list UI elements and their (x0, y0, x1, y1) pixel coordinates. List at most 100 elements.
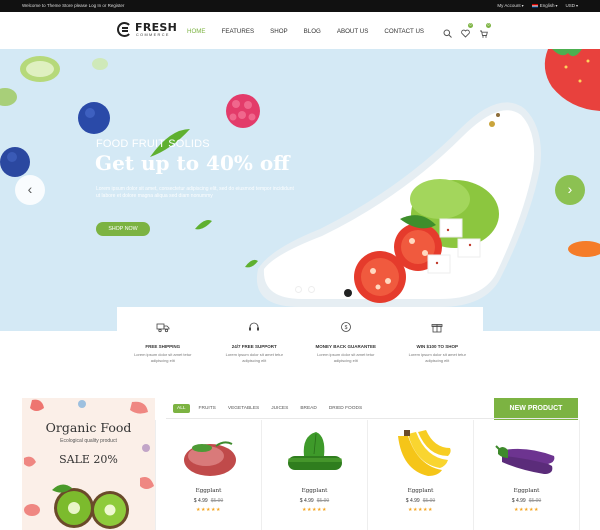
wishlist-count-badge: 0 (468, 23, 473, 28)
shop-now-button[interactable]: SHOP NOW (96, 222, 150, 236)
nav-about-us[interactable]: ABOUT US (337, 28, 369, 35)
meat-icon (184, 441, 236, 476)
product-prices: $ 4.99 $5.99 (156, 498, 261, 504)
filter-tab-vegetables[interactable]: VEGETABLES (225, 404, 262, 413)
feature-money-back: $ MONEY BACK GUARANTEE Lorem ipsum dolor… (300, 307, 392, 377)
chevron-down-icon: ▾ (555, 3, 558, 8)
product-card[interactable]: Eggplant $ 4.99 $5.99 ★★★★★ (155, 420, 262, 530)
feature-title: FREE SHIPPING (145, 344, 181, 349)
currency-select[interactable]: USD▾ (565, 3, 578, 8)
feature-title: 24/7 FREE SUPPORT (231, 344, 277, 349)
chevron-left-icon: ‹ (27, 181, 33, 197)
product-prices: $ 4.99 $5.99 (262, 498, 367, 504)
cart-count-badge: 0 (486, 23, 491, 28)
product-old-price: $5.99 (528, 498, 542, 504)
cucumber-icon (288, 432, 342, 470)
slider-next-button[interactable]: › (555, 175, 585, 205)
product-price: $ 4.99 (299, 498, 314, 504)
svg-text:$: $ (344, 325, 347, 331)
banner-sale: SALE 20% (59, 453, 118, 466)
star-rating: ★★★★★ (196, 507, 221, 513)
feature-text: Lorem ipsum dolor sit amet tetur adipisc… (134, 352, 192, 363)
hero-description: Lorem ipsum dolor sit amet, consectetur … (96, 186, 294, 200)
banner-title: Organic Food (45, 420, 132, 435)
star-rating: ★★★★★ (302, 507, 327, 513)
features-bar: FREE SHIPPING Lorem ipsum dolor sit amet… (117, 307, 483, 377)
product-name[interactable]: Eggplant (368, 488, 473, 494)
chevron-right-icon: › (567, 181, 573, 197)
search-icon[interactable] (443, 25, 452, 38)
raspberry-icon (226, 94, 260, 128)
organic-food-banner[interactable]: Organic Food Ecological quality product … (22, 398, 155, 530)
feature-text: Lorem ipsum dolor sit amet tetur adipisc… (317, 352, 375, 363)
section-divider (166, 418, 578, 419)
filter-tab-juices[interactable]: JUICES (268, 404, 291, 413)
product-price: $ 4.99 (511, 498, 526, 504)
feature-title: MONEY BACK GUARANTEE (315, 344, 376, 349)
logo[interactable]: FRESH COMMERCE (117, 20, 177, 42)
product-card[interactable]: Eggplant $ 4.99 $5.99 ★★★★★ (262, 420, 368, 530)
slider-prev-button[interactable]: ‹ (15, 175, 45, 205)
eggplant-icon (495, 445, 555, 474)
blueberry-icon (0, 102, 110, 177)
logo-tagline: COMMERCE (136, 33, 170, 37)
product-prices: $ 4.99 $5.99 (474, 498, 579, 504)
new-product-heading: NEW PRODUCT (494, 398, 578, 420)
slider-dot[interactable] (308, 286, 315, 293)
product-old-price: $5.99 (210, 498, 224, 504)
product-prices: $ 4.99 $5.99 (368, 498, 473, 504)
feature-win: WIN $100 TO SHOP Lorem ipsum dolor sit a… (392, 307, 484, 377)
header-icons: 0 0 (443, 23, 491, 38)
product-filter-tabs: ALL FRUITS VEGETABLES JUICES BREAD DRIED… (173, 404, 365, 413)
wishlist-icon[interactable]: 0 (461, 23, 473, 38)
main-nav: HOME FEATURES SHOP BLOG ABOUT US CONTACT… (187, 28, 440, 35)
flag-icon (531, 3, 538, 8)
nav-shop[interactable]: SHOP (270, 28, 288, 35)
account-menu[interactable]: My Account▾ (497, 3, 523, 8)
hero-slider: FOOD FRUIT SOLIDS Get up to 40% off Lore… (0, 49, 600, 331)
product-price: $ 4.99 (193, 498, 208, 504)
top-bar-right: My Account▾ English▾ USD▾ (497, 3, 578, 8)
product-card[interactable]: Eggplant $ 4.99 $5.99 ★★★★★ (368, 420, 474, 530)
feature-support: 24/7 FREE SUPPORT Lorem ipsum dolor sit … (209, 307, 301, 377)
strawberry-icon (544, 49, 600, 111)
cucumber-slice-icon (0, 56, 108, 106)
filter-tab-bread[interactable]: BREAD (297, 404, 320, 413)
chevron-down-icon: ▾ (575, 3, 578, 8)
product-name[interactable]: Eggplant (156, 488, 261, 494)
product-old-price: $5.99 (422, 498, 436, 504)
feature-text: Lorem ipsum dolor sit amet tetur adipisc… (408, 352, 466, 363)
hero-title: Get up to 40% off (95, 151, 290, 175)
nav-contact-us[interactable]: CONTACT US (384, 28, 424, 35)
product-name[interactable]: Eggplant (262, 488, 367, 494)
headset-icon (249, 322, 260, 331)
star-rating: ★★★★★ (408, 507, 433, 513)
product-name[interactable]: Eggplant (474, 488, 579, 494)
hero-subtitle: FOOD FRUIT SOLIDS (96, 138, 210, 150)
filter-tab-all[interactable]: ALL (173, 404, 190, 413)
slider-dots (295, 286, 315, 293)
product-grid: Eggplant $ 4.99 $5.99 ★★★★★ Eggplant $ 4.… (155, 420, 580, 530)
slider-dot[interactable] (295, 286, 302, 293)
carrot-slice-icon (568, 241, 600, 257)
filter-tab-dried-foods[interactable]: DRIED FOODS (326, 404, 365, 413)
cart-icon[interactable]: 0 (479, 23, 491, 38)
feature-title: WIN $100 TO SHOP (416, 344, 458, 349)
welcome-text: Welcome to Theme Store please Log In or … (22, 3, 125, 8)
nav-features[interactable]: FEATURES (222, 28, 255, 35)
gift-icon (431, 324, 443, 333)
kiwi-icon (52, 484, 129, 529)
nav-home[interactable]: HOME (187, 28, 206, 35)
banana-icon (398, 430, 451, 476)
nav-blog[interactable]: BLOG (304, 28, 321, 35)
feature-free-shipping: FREE SHIPPING Lorem ipsum dolor sit amet… (117, 307, 209, 377)
product-card[interactable]: Eggplant $ 4.99 $5.99 ★★★★★ (474, 420, 580, 530)
feature-text: Lorem ipsum dolor sit amet tetur adipisc… (225, 352, 283, 363)
chevron-down-icon: ▾ (521, 3, 524, 8)
filter-tab-fruits[interactable]: FRUITS (196, 404, 219, 413)
banner-tagline: Ecological quality product (60, 438, 117, 444)
product-old-price: $5.99 (316, 498, 330, 504)
product-price: $ 4.99 (405, 498, 420, 504)
language-select[interactable]: English▾ (531, 3, 558, 8)
truck-icon (156, 323, 170, 333)
